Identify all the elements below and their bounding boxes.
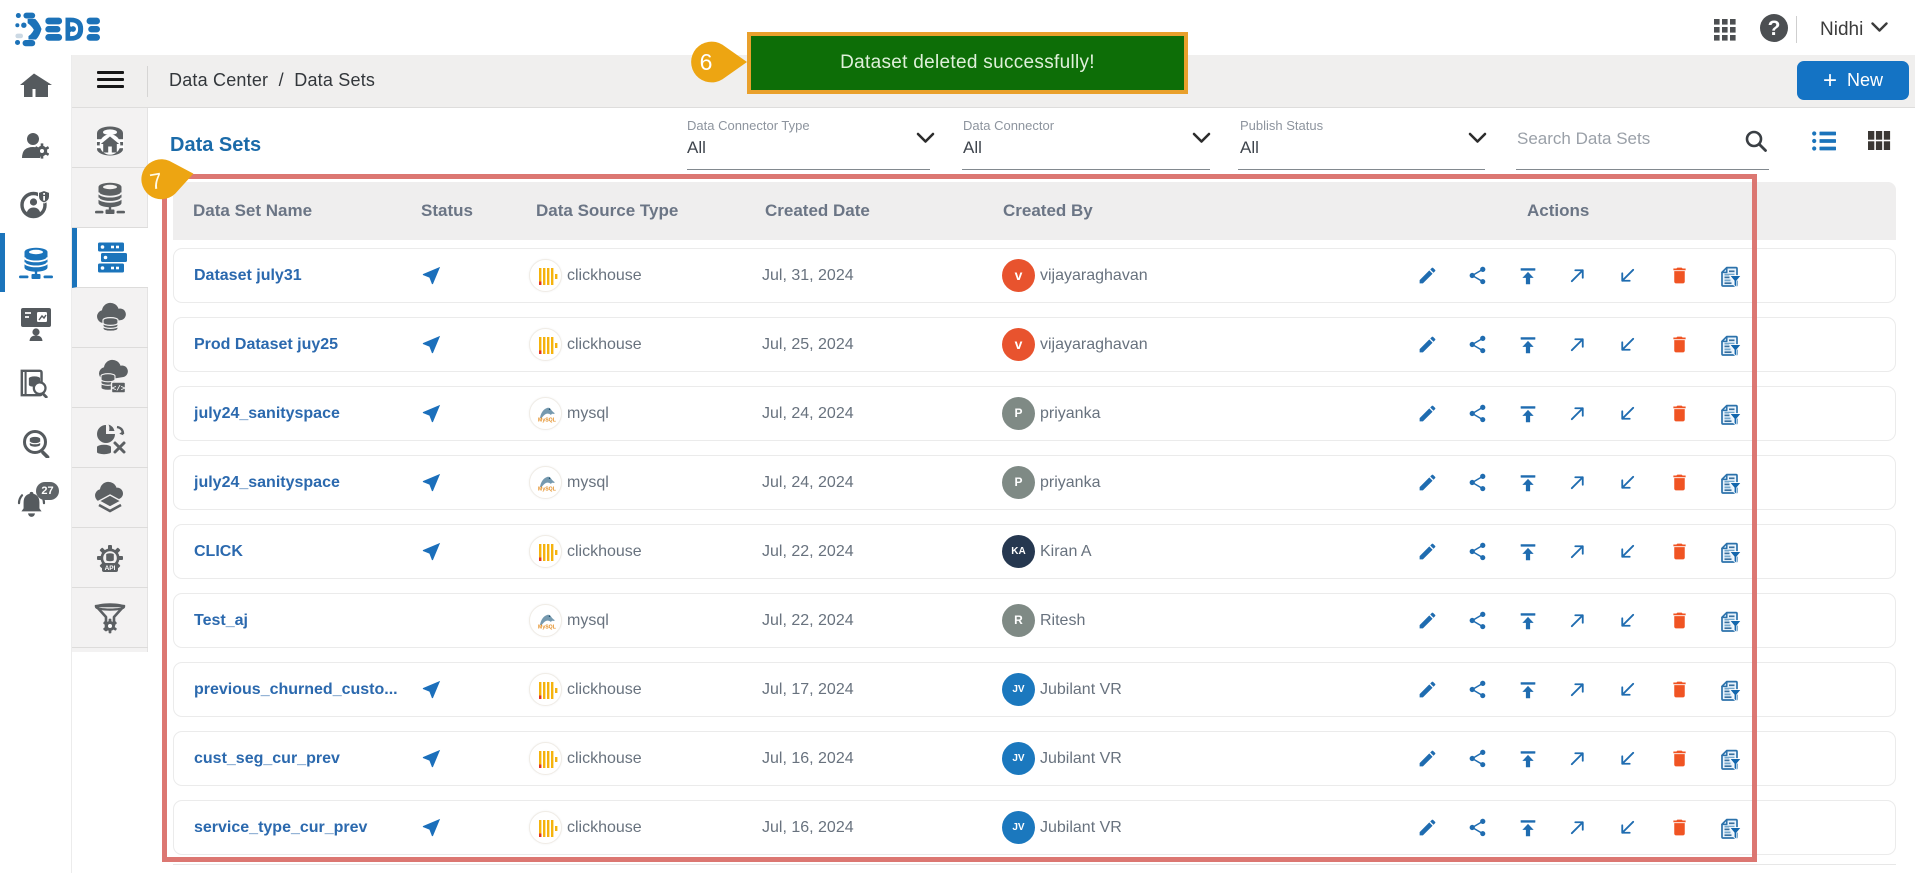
svg-text:</>: </> bbox=[111, 385, 125, 393]
svg-text:6: 6 bbox=[700, 49, 713, 75]
svg-text:?: ? bbox=[1768, 17, 1781, 40]
svg-text:API: API bbox=[105, 565, 116, 572]
